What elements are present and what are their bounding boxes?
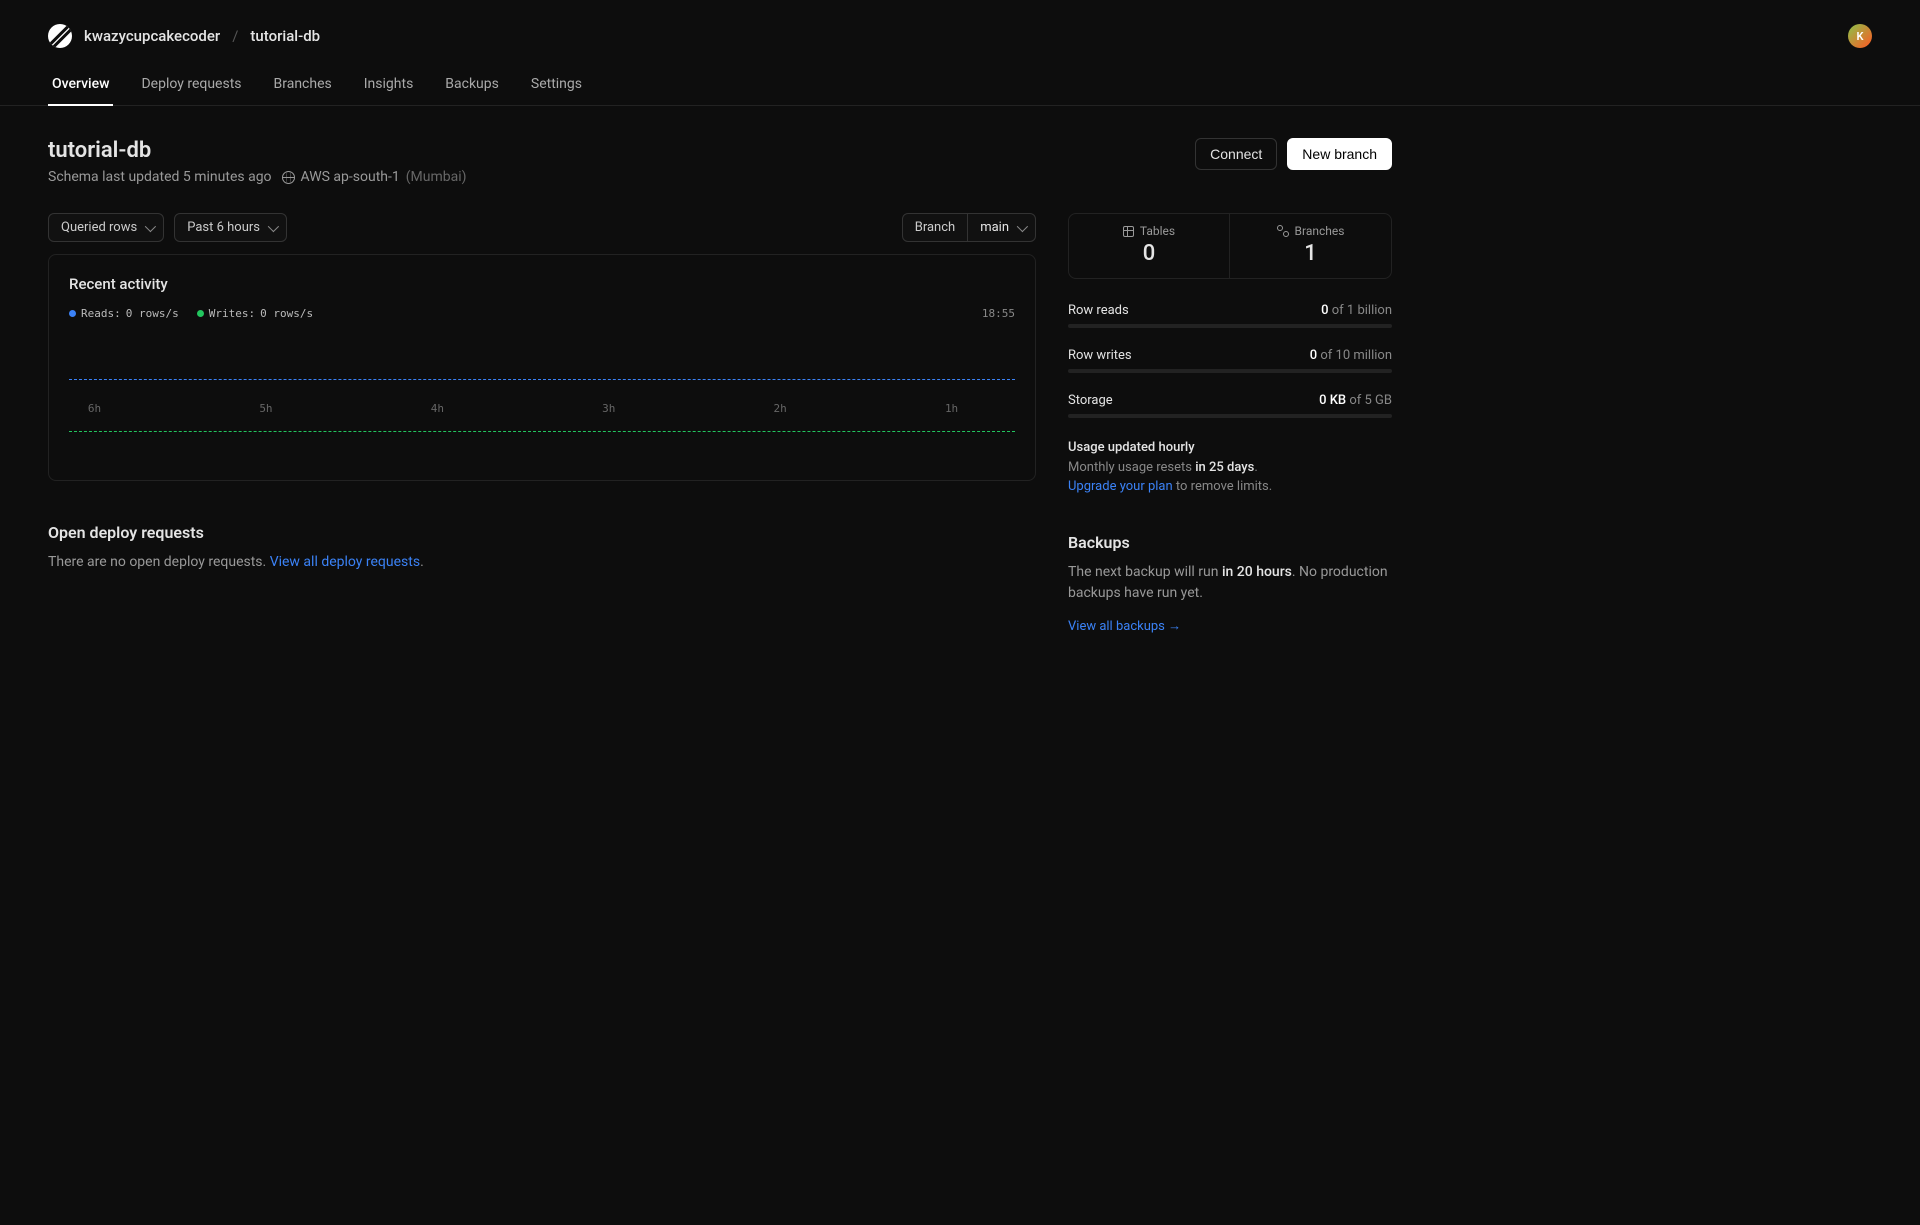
connect-button[interactable]: Connect [1195, 138, 1277, 170]
row-reads-suffix: of 1 billion [1329, 303, 1392, 318]
chevron-down-icon [1017, 220, 1028, 231]
row-writes-label: Row writes [1068, 348, 1132, 363]
page-title: tutorial-db [48, 138, 466, 163]
upgrade-plan-link[interactable]: Upgrade your plan [1068, 479, 1173, 494]
range-select[interactable]: Past 6 hours [174, 213, 287, 242]
globe-icon [282, 171, 295, 184]
row-writes-bar [1068, 369, 1392, 373]
tab-backups[interactable]: Backups [441, 68, 503, 106]
row-reads-label: Row reads [1068, 303, 1129, 318]
dot-icon [197, 310, 204, 317]
stat-tables-value: 0 [1085, 241, 1213, 266]
chevron-down-icon [145, 220, 156, 231]
avatar[interactable]: K [1848, 24, 1872, 48]
x-tick: 3h [602, 402, 615, 415]
row-writes-suffix: of 10 million [1317, 348, 1392, 363]
stat-branches[interactable]: Branches 1 [1230, 214, 1391, 278]
metric-select-value: Queried rows [61, 220, 137, 235]
storage-bar [1068, 414, 1392, 418]
branch-select-value: main [980, 220, 1009, 235]
branch-select-label: Branch [903, 214, 968, 241]
branch-icon [1277, 225, 1289, 237]
storage-suffix: of 5 GB [1346, 393, 1392, 408]
usage-note-body-1: Monthly usage resets [1068, 460, 1195, 475]
tab-deploy-requests[interactable]: Deploy requests [137, 68, 245, 106]
view-all-backups-link[interactable]: View all backups → [1068, 619, 1181, 634]
upgrade-suffix: to remove limits. [1173, 479, 1273, 494]
tab-overview[interactable]: Overview [48, 68, 113, 106]
dot-icon [69, 310, 76, 317]
usage-note-body-2: . [1254, 460, 1257, 475]
backups-section-title: Backups [1068, 533, 1392, 552]
reads-line [69, 379, 1015, 380]
x-tick: 5h [259, 402, 272, 415]
stat-tables-label: Tables [1140, 224, 1175, 238]
storage-label: Storage [1068, 393, 1113, 408]
logo-icon[interactable] [48, 24, 72, 48]
storage-value: 0 KB [1319, 393, 1346, 408]
new-branch-button[interactable]: New branch [1287, 138, 1392, 170]
breadcrumb-db[interactable]: tutorial-db [250, 27, 320, 45]
x-axis: 6h 5h 4h 3h 2h 1h [69, 402, 1015, 415]
backups-body-bold: in 20 hours [1222, 564, 1292, 580]
range-select-value: Past 6 hours [187, 220, 260, 235]
tab-insights[interactable]: Insights [360, 68, 418, 106]
usage-note-bold: in 25 days [1195, 460, 1254, 475]
usage-note-title: Usage updated hourly [1068, 440, 1195, 455]
activity-title: Recent activity [69, 275, 1015, 293]
x-tick: 1h [945, 402, 958, 415]
tabs: Overview Deploy requests Branches Insigh… [0, 48, 1920, 106]
activity-card: Recent activity Reads:0 rows/s Writes:0 … [48, 254, 1036, 481]
breadcrumb: kwazycupcakecoder / tutorial-db [48, 24, 320, 48]
table-icon [1123, 226, 1134, 237]
chevron-down-icon [268, 220, 279, 231]
metric-select[interactable]: Queried rows [48, 213, 164, 242]
breadcrumb-sep: / [232, 27, 238, 45]
activity-chart: 6h 5h 4h 3h 2h 1h [69, 330, 1015, 460]
x-tick: 2h [774, 402, 787, 415]
tab-settings[interactable]: Settings [527, 68, 586, 106]
deploy-empty-text: There are no open deploy requests. [48, 554, 270, 570]
activity-timestamp: 18:55 [982, 307, 1015, 320]
branch-select[interactable]: Branch main [902, 213, 1036, 242]
writes-line [69, 431, 1015, 432]
view-all-deploy-link[interactable]: View all deploy requests [270, 554, 420, 570]
tab-branches[interactable]: Branches [270, 68, 336, 106]
breadcrumb-org[interactable]: kwazycupcakecoder [84, 27, 220, 45]
schema-updated-text: Schema last updated 5 minutes ago [48, 169, 272, 185]
region-code: AWS ap-south-1 [301, 169, 400, 185]
deploy-section-title: Open deploy requests [48, 523, 1036, 542]
row-reads-bar [1068, 324, 1392, 328]
stat-branches-value: 1 [1246, 241, 1375, 266]
x-tick: 4h [431, 402, 444, 415]
legend-reads: Reads:0 rows/s [69, 307, 179, 320]
legend-writes: Writes:0 rows/s [197, 307, 313, 320]
x-tick: 6h [88, 402, 101, 415]
row-reads-value: 0 [1321, 303, 1328, 318]
stat-tables[interactable]: Tables 0 [1069, 214, 1230, 278]
stat-branches-label: Branches [1295, 224, 1345, 238]
region-name: (Mumbai) [406, 169, 467, 185]
backups-body-1: The next backup will run [1068, 564, 1222, 580]
